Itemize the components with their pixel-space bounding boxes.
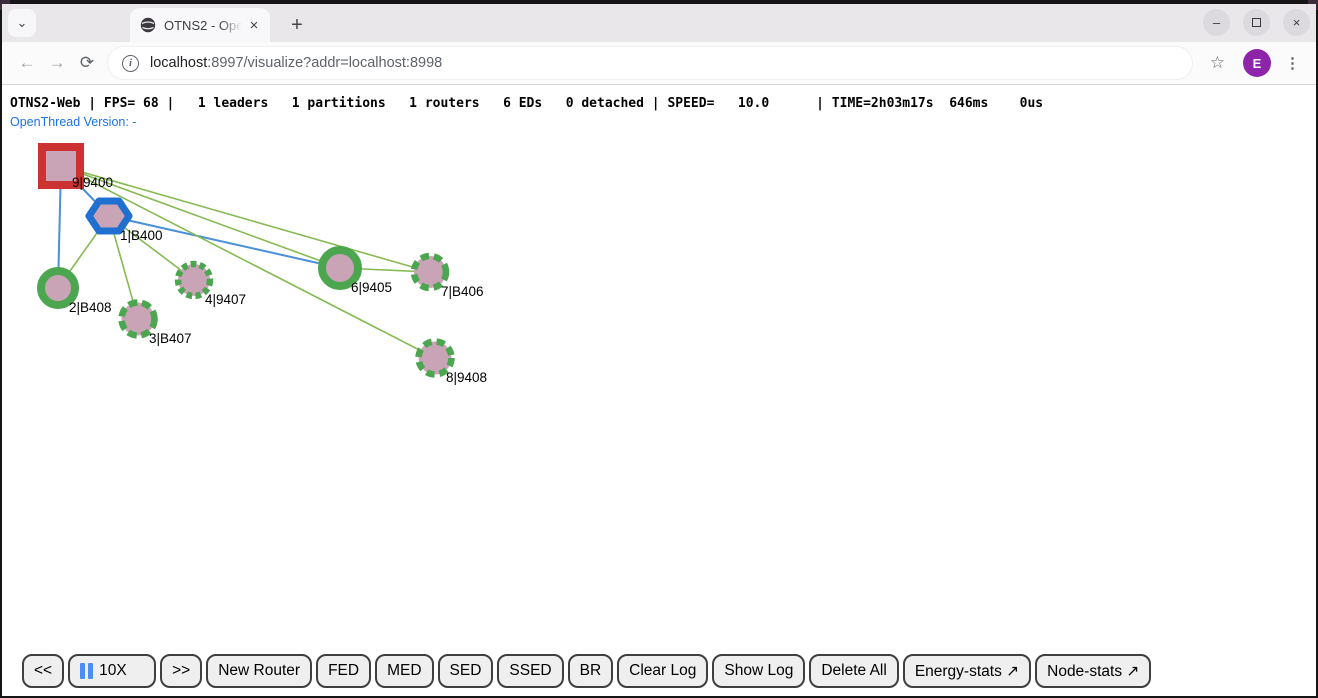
button-label: Show Log — [724, 662, 793, 680]
graph-node-6[interactable]: 6|9405 — [322, 250, 392, 295]
add-sed-button[interactable]: SED — [438, 654, 494, 688]
delete-all-button[interactable]: Delete All — [809, 654, 898, 688]
clear-log-button[interactable]: Clear Log — [617, 654, 708, 688]
speed-down-button[interactable]: << — [22, 654, 64, 688]
node-stats-button[interactable]: Node-stats ↗ — [1035, 654, 1151, 688]
tab-title-fade — [220, 18, 242, 33]
tab-search-button[interactable]: ⌄ — [8, 9, 36, 37]
button-label: Clear Log — [629, 662, 696, 680]
back-icon[interactable]: ← — [12, 48, 42, 78]
graph-node-9[interactable]: 9|9400 — [42, 147, 113, 190]
new-router-button[interactable]: New Router — [206, 654, 312, 688]
node-label: 1|B400 — [120, 228, 163, 243]
radio-link — [61, 166, 435, 358]
pause-icon — [80, 663, 93, 679]
tab-close-icon[interactable]: × — [246, 16, 262, 34]
browser-toolbar: ← → ⟳ i localhost:8997/visualize?addr=lo… — [2, 42, 1316, 85]
browser-menu-icon[interactable]: ⋮ — [1285, 54, 1300, 72]
speed-pause-button[interactable]: 10X — [68, 654, 156, 688]
button-label: Energy-stats ↗ — [915, 662, 1019, 681]
energy-stats-button[interactable]: Energy-stats ↗ — [903, 654, 1031, 688]
tab-title: OTNS2 - OpenThread Ne — [164, 18, 242, 33]
add-br-button[interactable]: BR — [568, 654, 614, 688]
speed-up-button[interactable]: >> — [160, 654, 202, 688]
button-label: Node-stats ↗ — [1047, 662, 1139, 681]
node-label: 8|9408 — [446, 370, 487, 385]
node-label: 6|9405 — [351, 280, 392, 295]
page-content: OTNS2-Web | FPS= 68 | 1 leaders 1 partit… — [2, 85, 1316, 696]
add-ssed-button[interactable]: SSED — [497, 654, 563, 688]
new-tab-button[interactable]: + — [284, 12, 310, 38]
sim-toolbar: << 10X >> New Router FED MED SED SSED BR Clear Lo… — [22, 654, 1151, 688]
bookmark-icon[interactable]: ☆ — [1210, 53, 1225, 73]
button-label: New Router — [218, 662, 300, 680]
address-bar[interactable]: i localhost:8997/visualize?addr=localhos… — [108, 47, 1192, 79]
button-label: SSED — [509, 662, 551, 680]
button-label: FED — [328, 662, 359, 680]
button-label: MED — [387, 662, 421, 680]
reload-icon[interactable]: ⟳ — [72, 48, 102, 78]
node-label: 2|B408 — [69, 300, 112, 315]
graph-node-3[interactable]: 3|B407 — [122, 303, 192, 347]
window-minimize-button[interactable]: – — [1203, 9, 1230, 36]
button-label: 10X — [99, 662, 127, 680]
window-close-button[interactable]: × — [1283, 9, 1310, 36]
button-label: BR — [580, 662, 602, 680]
graph-node-1[interactable]: 1|B400 — [89, 201, 163, 243]
node-label: 4|9407 — [205, 292, 246, 307]
node-label: 7|B406 — [441, 284, 484, 299]
node-label: 9|9400 — [72, 175, 113, 190]
graph-node-2[interactable]: 2|B408 — [41, 271, 112, 315]
site-info-icon[interactable]: i — [122, 55, 139, 72]
graph-node-8[interactable]: 8|9408 — [419, 342, 488, 386]
tab-strip: ⌄ OTNS2 - OpenThread Ne × + – × — [2, 4, 1316, 42]
button-label: << — [34, 662, 52, 680]
button-label: SED — [450, 662, 482, 680]
topology-canvas: 9|9400 1|B400 2|B408 3|B407 4|9407 6|9405 7|B4… — [2, 85, 1316, 695]
profile-avatar[interactable]: E — [1243, 49, 1271, 77]
graph-node-4[interactable]: 4|9407 — [178, 264, 246, 307]
node-label: 3|B407 — [149, 331, 192, 346]
url-text[interactable]: localhost:8997/visualize?addr=localhost:… — [150, 55, 442, 71]
tab-favicon — [140, 17, 156, 33]
button-label: Delete All — [821, 662, 886, 680]
add-med-button[interactable]: MED — [375, 654, 433, 688]
forward-icon[interactable]: → — [42, 48, 72, 78]
graph-node-7[interactable]: 7|B406 — [414, 256, 484, 299]
show-log-button[interactable]: Show Log — [712, 654, 805, 688]
window-maximize-button[interactable] — [1243, 9, 1270, 36]
add-fed-button[interactable]: FED — [316, 654, 371, 688]
tab-otns2[interactable]: OTNS2 - OpenThread Ne × — [130, 8, 270, 42]
browser-window: ⌄ OTNS2 - OpenThread Ne × + – × — [0, 0, 1318, 698]
button-label: >> — [172, 662, 190, 680]
